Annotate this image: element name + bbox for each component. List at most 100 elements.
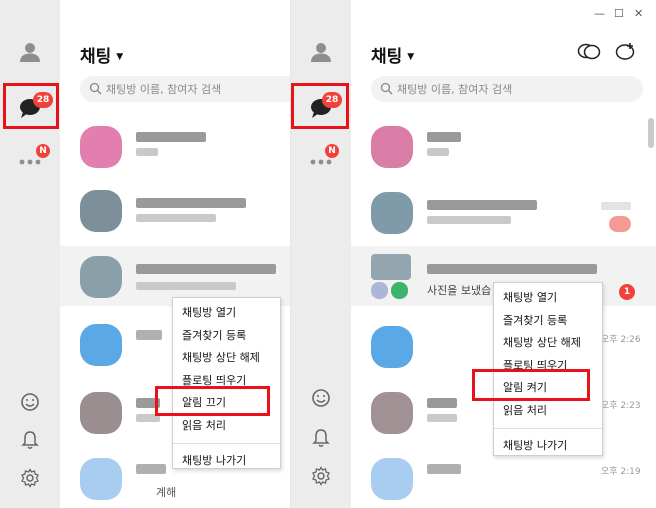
chat-count-badge: 28 <box>322 92 342 108</box>
avatar <box>371 392 413 434</box>
chat-count-badge: 28 <box>33 92 53 108</box>
chat-preview-snippet: 계해 <box>156 486 177 499</box>
menu-item-add-favorite[interactable]: 즐겨찾기 등록 <box>494 310 602 333</box>
member-avatar <box>391 282 408 299</box>
blurred-name <box>427 398 457 408</box>
sidebar-rail: 28 N <box>291 0 351 508</box>
new-chat-icon[interactable] <box>615 42 637 62</box>
chat-row[interactable] <box>351 114 656 176</box>
menu-item-enable-notifications[interactable]: 알림 켜기 <box>494 377 602 400</box>
blurred-preview <box>427 414 457 422</box>
avatar <box>80 256 122 298</box>
blurred-name <box>427 132 461 142</box>
blurred-name <box>427 200 537 210</box>
menu-item-mark-read[interactable]: 읽음 처리 <box>173 415 280 438</box>
more-new-badge: N <box>36 144 50 158</box>
person-icon <box>20 43 40 62</box>
menu-item-unpin-chat[interactable]: 채팅방 상단 해제 <box>494 332 602 355</box>
friends-tab[interactable] <box>291 32 351 72</box>
blurred-name <box>136 330 162 340</box>
search-input[interactable]: 채팅방 이름, 참여자 검색 <box>371 76 643 102</box>
chats-tab[interactable] <box>291 88 351 128</box>
context-menu: 채팅방 열기 즐겨찾기 등록 채팅방 상단 해제 플로팅 띄우기 알림 끄기 읽… <box>172 297 281 469</box>
chat-time: 오후 2:19 <box>601 467 641 477</box>
sidebar-rail: 28 N <box>0 0 60 508</box>
blurred-preview <box>136 214 216 222</box>
chat-window-right: 28 N — ☐ ✕ 채팅 ▼ 채팅방 이름, 참여자 검색 사진을 보냈습 1… <box>290 0 656 508</box>
menu-item-add-favorite[interactable]: 즐겨찾기 등록 <box>173 325 280 348</box>
gear-icon <box>21 468 39 488</box>
blurred-name <box>136 198 246 208</box>
avatar <box>371 458 413 500</box>
gear-icon <box>312 466 330 486</box>
avatar <box>371 254 411 280</box>
menu-divider <box>173 443 280 444</box>
more-new-badge: N <box>325 144 339 158</box>
blurred-preview <box>427 148 449 156</box>
settings-button[interactable] <box>291 456 351 496</box>
blurred-preview <box>136 282 236 290</box>
avatar <box>80 392 122 434</box>
minimize-button[interactable]: — <box>594 7 605 20</box>
person-icon <box>311 43 331 62</box>
blurred-name <box>427 264 597 274</box>
menu-item-leave-chat[interactable]: 채팅방 나가기 <box>494 435 602 458</box>
menu-item-unpin-chat[interactable]: 채팅방 상단 해제 <box>173 347 280 370</box>
blurred-name <box>136 398 160 408</box>
member-avatar <box>371 282 388 299</box>
chevron-down-icon: ▼ <box>116 52 124 62</box>
chat-row[interactable] <box>60 114 290 176</box>
search-placeholder: 채팅방 이름, 참여자 검색 <box>106 83 222 96</box>
notifications-button[interactable] <box>291 418 351 458</box>
emoticon-button[interactable] <box>291 378 351 418</box>
search-icon <box>380 82 393 95</box>
page-title[interactable]: 채팅 ▼ <box>371 42 414 67</box>
menu-item-floating[interactable]: 플로팅 띄우기 <box>494 355 602 378</box>
blurred-preview <box>136 414 160 422</box>
menu-item-floating[interactable]: 플로팅 띄우기 <box>173 370 280 393</box>
bell-icon <box>312 429 330 447</box>
bell-icon <box>21 431 39 449</box>
blurred-name <box>136 264 276 274</box>
chat-preview: 사진을 보냈습 <box>427 284 492 297</box>
search-input[interactable]: 채팅방 이름, 참여자 검색 <box>80 76 290 102</box>
blurred-time <box>601 202 631 210</box>
more-dots-icon <box>310 159 332 165</box>
avatar <box>80 126 122 168</box>
more-tab[interactable] <box>0 142 60 182</box>
blurred-preview <box>427 216 511 224</box>
chat-row[interactable] <box>60 178 290 240</box>
blurred-unread-badge <box>609 216 631 232</box>
blurred-name <box>427 464 461 474</box>
blurred-name <box>136 464 166 474</box>
blurred-name <box>136 132 206 142</box>
maximize-button[interactable]: ☐ <box>614 7 624 20</box>
menu-item-leave-chat[interactable]: 채팅방 나가기 <box>173 450 280 473</box>
avatar <box>80 458 122 500</box>
chat-list-area: 채팅 ▼ 채팅방 이름, 참여자 검색 계해 채팅방 열기 즐겨찾기 등록 채팅… <box>60 0 290 508</box>
avatar <box>80 190 122 232</box>
chat-window-left: 28 N 채팅 ▼ 채팅방 이름, 참여자 검색 계해 채팅방 열기 즐겨찾기 … <box>0 0 290 508</box>
menu-item-mute-notifications[interactable]: 알림 끄기 <box>173 392 280 415</box>
chat-time: 오후 2:26 <box>601 335 641 345</box>
open-chat-icon[interactable] <box>577 42 601 62</box>
avatar <box>371 326 413 368</box>
emoticon-button[interactable] <box>0 382 60 422</box>
blurred-preview <box>136 148 158 156</box>
avatar <box>371 192 413 234</box>
page-title[interactable]: 채팅 ▼ <box>80 42 123 67</box>
search-placeholder: 채팅방 이름, 참여자 검색 <box>397 83 513 96</box>
menu-item-open-chat[interactable]: 채팅방 열기 <box>173 302 280 325</box>
menu-item-mark-read[interactable]: 읽음 처리 <box>494 400 602 423</box>
close-button[interactable]: ✕ <box>634 7 643 20</box>
avatar <box>371 126 413 168</box>
search-icon <box>89 82 102 95</box>
context-menu: 채팅방 열기 즐겨찾기 등록 채팅방 상단 해제 플로팅 띄우기 알림 켜기 읽… <box>493 282 603 456</box>
friends-tab[interactable] <box>0 32 60 72</box>
chevron-down-icon: ▼ <box>407 52 415 62</box>
settings-button[interactable] <box>0 458 60 498</box>
notifications-button[interactable] <box>0 420 60 460</box>
chat-row[interactable] <box>351 180 656 242</box>
menu-item-open-chat[interactable]: 채팅방 열기 <box>494 287 602 310</box>
more-tab[interactable] <box>291 142 351 182</box>
